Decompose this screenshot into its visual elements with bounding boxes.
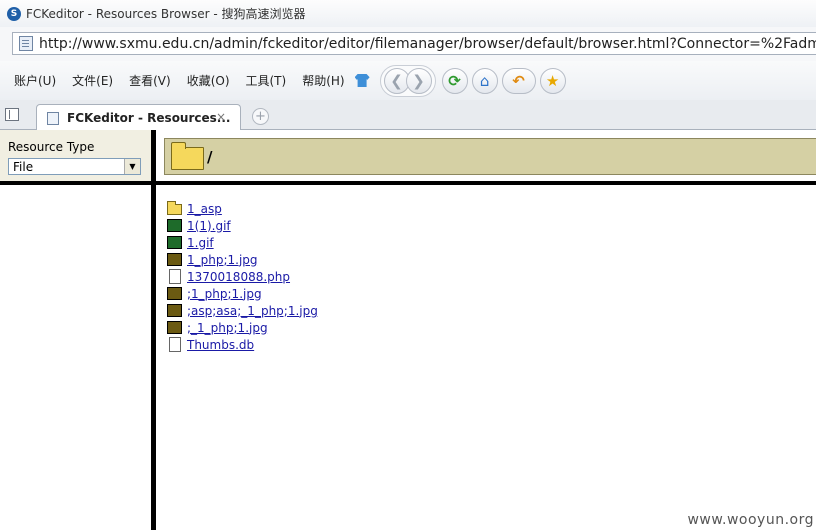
skin-icon[interactable] <box>354 74 370 87</box>
current-folder-bar: / <box>164 138 816 175</box>
dropdown-arrow-icon[interactable]: ▼ <box>124 159 140 174</box>
document-icon <box>169 269 181 284</box>
refresh-button[interactable]: ⟳ <box>441 67 468 94</box>
browser-window: S FCKeditor - Resources Browser - 搜狗高速浏览… <box>0 0 816 530</box>
forward-button[interactable]: ❯ <box>405 67 432 94</box>
tab-strip: FCKeditor - Resources... × + <box>0 100 816 131</box>
file-list: 1_asp 1(1).gif 1.gif 1_php;1.jpg 1370018088.… <box>167 200 318 353</box>
document-icon <box>169 337 181 352</box>
title-bar: S FCKeditor - Resources Browser - 搜狗高速浏览… <box>0 0 816 27</box>
home-button[interactable]: ⌂ <box>471 67 498 94</box>
file-row[interactable]: ;_1_php;1.jpg <box>167 319 318 336</box>
watermark: www.wooyun.org <box>687 512 814 528</box>
menu-file[interactable]: 文件(E) <box>64 72 121 89</box>
file-link[interactable]: 1(1).gif <box>187 219 231 233</box>
sidebar-toggle-icon[interactable] <box>5 108 19 121</box>
file-link[interactable]: ;asp;asa;_1_php;1.jpg <box>187 304 318 318</box>
menu-view[interactable]: 查看(V) <box>121 72 179 89</box>
page-content: Resource Type File ▼ / 1_asp 1(1).gif 1.gi… <box>0 130 816 530</box>
current-path: / <box>207 147 213 166</box>
sogou-logo-icon: S <box>7 6 21 21</box>
file-link[interactable]: 1.gif <box>187 236 214 250</box>
menu-tools[interactable]: 工具(T) <box>238 72 295 89</box>
page-icon <box>19 36 33 51</box>
jpg-file-icon <box>167 304 182 317</box>
url-input[interactable]: http://www.sxmu.edu.cn/admin/fckeditor/e… <box>12 32 816 55</box>
file-link[interactable]: ;_1_php;1.jpg <box>187 321 268 335</box>
file-row[interactable]: ;1_php;1.jpg <box>167 285 318 302</box>
menu-account[interactable]: 账户(U) <box>6 72 64 89</box>
file-link[interactable]: 1_php;1.jpg <box>187 253 258 267</box>
menu-favorites[interactable]: 收藏(O) <box>179 72 238 89</box>
file-browser-pane: / 1_asp 1(1).gif 1.gif 1_php;1.jpg 137001808… <box>156 130 816 530</box>
file-row[interactable]: ;asp;asa;_1_php;1.jpg <box>167 302 318 319</box>
jpg-file-icon <box>167 287 182 300</box>
file-row[interactable]: Thumbs.db <box>167 336 318 353</box>
file-link[interactable]: Thumbs.db <box>187 338 254 352</box>
resource-type-pane: Resource Type File ▼ <box>0 130 151 530</box>
jpg-file-icon <box>167 321 182 334</box>
url-text[interactable]: http://www.sxmu.edu.cn/admin/fckeditor/e… <box>39 36 816 52</box>
file-link[interactable]: ;1_php;1.jpg <box>187 287 262 301</box>
favorite-button[interactable]: ★ <box>539 67 566 94</box>
tab-label: FCKeditor - Resources... <box>67 111 231 125</box>
file-row[interactable]: 1_php;1.jpg <box>167 251 318 268</box>
file-row[interactable]: 1(1).gif <box>167 217 318 234</box>
file-link[interactable]: 1370018088.php <box>187 270 290 284</box>
jpg-file-icon <box>167 253 182 266</box>
undo-close-button[interactable]: ↶ <box>501 67 536 94</box>
menu-bar: 账户(U) 文件(E) 查看(V) 收藏(O) 工具(T) 帮助(H) ❮ ❯ … <box>0 61 816 100</box>
new-tab-button[interactable]: + <box>252 108 269 125</box>
nav-button-group: ❮ ❯ <box>379 64 436 97</box>
tab-fckeditor[interactable]: FCKeditor - Resources... × <box>36 104 241 131</box>
resource-type-select[interactable]: File ▼ <box>8 158 141 175</box>
resource-type-header: Resource Type File ▼ <box>0 130 151 185</box>
folder-open-icon <box>171 142 204 170</box>
menu-help[interactable]: 帮助(H) <box>294 72 352 89</box>
file-row[interactable]: 1370018088.php <box>167 268 318 285</box>
gif-file-icon <box>167 236 182 249</box>
gif-file-icon <box>167 219 182 232</box>
tab-page-icon <box>47 111 59 125</box>
folder-icon <box>167 201 182 215</box>
file-link[interactable]: 1_asp <box>187 202 222 216</box>
window-title: FCKeditor - Resources Browser - 搜狗高速浏览器 <box>26 7 306 21</box>
path-header: / <box>156 130 816 185</box>
resource-type-value: File <box>13 160 34 174</box>
tab-close-icon[interactable]: × <box>216 110 226 124</box>
resource-type-label: Resource Type <box>8 140 95 154</box>
address-bar: http://www.sxmu.edu.cn/admin/fckeditor/e… <box>0 27 816 61</box>
file-row[interactable]: 1.gif <box>167 234 318 251</box>
file-row[interactable]: 1_asp <box>167 200 318 217</box>
